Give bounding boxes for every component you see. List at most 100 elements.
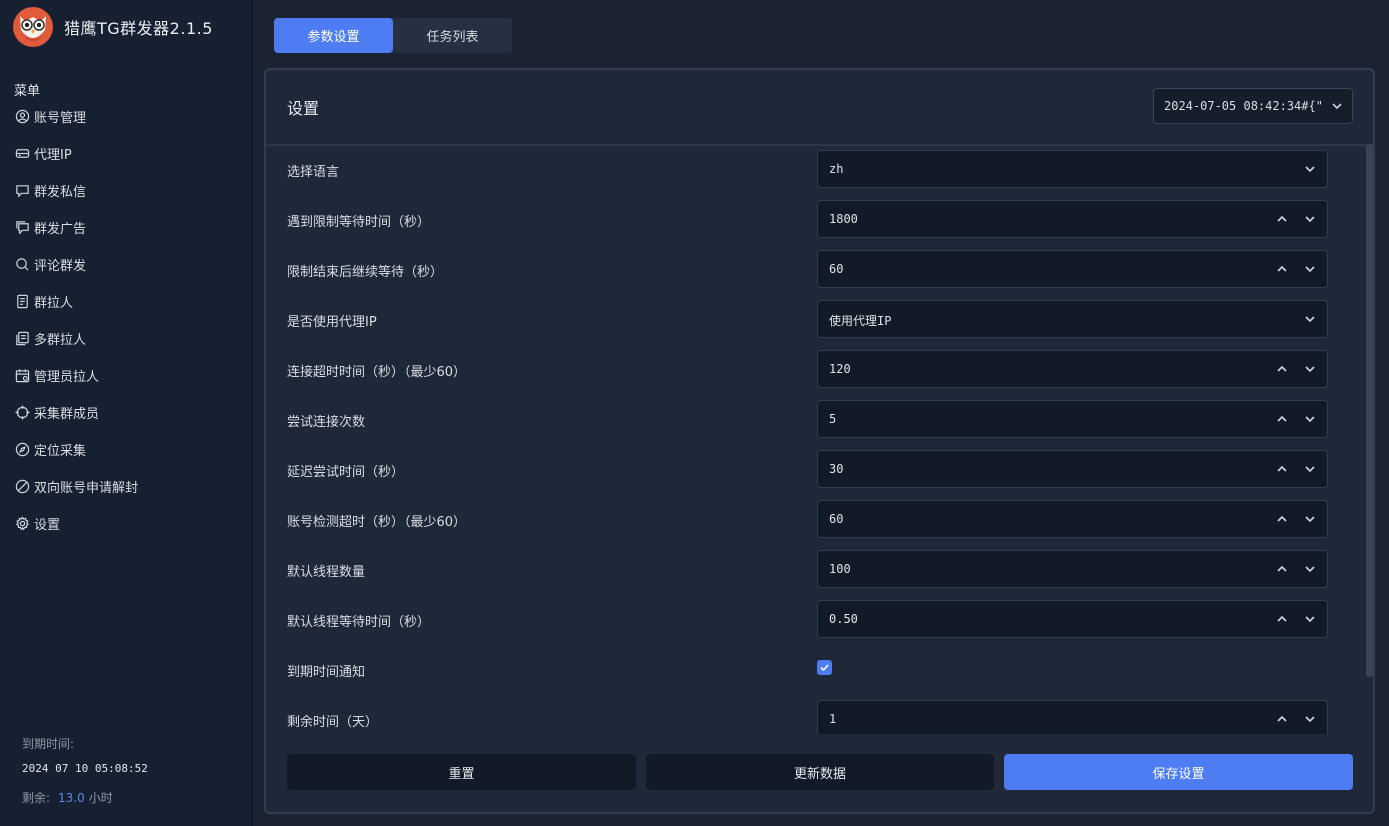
chevron-down-icon [1305,166,1315,173]
chevron-down-icon[interactable] [1303,612,1317,626]
chevron-down-icon[interactable] [1303,462,1317,476]
brand: 猎鹰TG群发器2.1.5 [12,6,213,48]
sidebar-item-unban[interactable]: 双向账号申请解封 [14,468,244,505]
setting-label: 遇到限制等待时间（秒） [287,215,431,230]
remaining-label: 剩余: [22,791,51,805]
setting-label: 默认线程数量 [287,565,366,580]
chevron-down-icon[interactable] [1303,712,1317,726]
setting-row-account-check-timeout: 账号检测超时（秒）（最少60） 60 [266,500,1362,540]
setting-label: 默认线程等待时间（秒） [287,615,431,630]
sidebar-item-label: 群拉人 [34,296,74,311]
expiry-date: 2024 07 10 05:08:52 [22,762,148,775]
owl-logo-icon [13,7,53,47]
chevron-down-icon[interactable] [1303,512,1317,526]
field-value: 使用代理IP [829,314,892,328]
tab-task-list[interactable]: 任务列表 [393,18,512,53]
update-data-button[interactable]: 更新数据 [646,754,994,790]
field-value: 60 [829,512,844,526]
setting-row-remaining-days: 剩余时间（天） 1 [266,700,1362,734]
chevron-up-icon[interactable] [1275,562,1289,576]
remaining-time: 剩余: 13.0 小时 [22,789,148,806]
chevron-down-icon[interactable] [1303,362,1317,376]
field-value: 60 [829,262,844,276]
setting-label: 连接超时时间（秒）（最少60） [287,365,467,380]
preset-select[interactable]: 2024-07-05 08:42:34#{"1 [1153,88,1353,124]
sidebar-menu: 账号管理 代理IP 群发私信 群发广告 评论群发 群拉人 多群拉人 管理员拉人 [14,98,244,542]
expiry-label: 到期时间: [22,737,75,751]
field-value: zh [829,162,844,176]
sidebar-item-label: 设置 [34,518,61,533]
sidebar-item-label: 评论群发 [34,259,87,274]
language-select[interactable]: zh [817,150,1328,188]
comment-search-icon [14,257,30,273]
setting-row-connect-timeout: 连接超时时间（秒）（最少60） 120 [266,350,1362,390]
sidebar-item-label: 定位采集 [34,444,87,459]
settings-panel: 设置 2024-07-05 08:42:34#{"1 选择语言 zh 遇到限制等… [264,68,1375,814]
save-settings-button[interactable]: 保存设置 [1004,754,1353,790]
chevron-down-icon[interactable] [1303,262,1317,276]
expiry-notify-checkbox[interactable] [817,660,832,675]
sidebar-item-comments[interactable]: 评论群发 [14,246,244,283]
ban-icon [14,479,30,495]
reset-button[interactable]: 重置 [287,754,636,790]
thread-count-stepper[interactable]: 100 [817,550,1328,588]
chevron-up-icon[interactable] [1275,712,1289,726]
field-value: 1 [829,712,837,726]
tab-bar: 参数设置 任务列表 [274,18,512,53]
account-check-timeout-stepper[interactable]: 60 [817,500,1328,538]
sidebar-item-private-message[interactable]: 群发私信 [14,172,244,209]
after-limit-wait-stepper[interactable]: 60 [817,250,1328,288]
user-circle-icon [14,109,30,125]
setting-label: 账号检测超时（秒）（最少60） [287,515,467,530]
use-proxy-select[interactable]: 使用代理IP [817,300,1328,338]
sidebar-item-label: 管理员拉人 [34,370,100,385]
sidebar-item-collect-members[interactable]: 采集群成员 [14,394,244,431]
sidebar-item-admin-pull[interactable]: 管理员拉人 [14,357,244,394]
sidebar-item-proxy[interactable]: 代理IP [14,135,244,172]
tab-parameter-settings[interactable]: 参数设置 [274,18,393,53]
chevron-up-icon[interactable] [1275,612,1289,626]
setting-label: 尝试连接次数 [287,415,366,430]
chevron-down-icon[interactable] [1303,412,1317,426]
chevron-down-icon[interactable] [1303,212,1317,226]
expiry-info: 到期时间: 2024 07 10 05:08:52 剩余: 13.0 小时 [22,735,148,806]
app-title: 猎鹰TG群发器2.1.5 [64,19,213,38]
message-icon [14,183,30,199]
chevron-up-icon[interactable] [1275,512,1289,526]
setting-row-limit-wait: 遇到限制等待时间（秒） 1800 [266,200,1362,240]
chevron-up-icon[interactable] [1275,262,1289,276]
chevron-up-icon[interactable] [1275,462,1289,476]
setting-row-thread-wait: 默认线程等待时间（秒） 0.50 [266,600,1362,640]
page-title: 设置 [287,99,320,118]
connect-timeout-stepper[interactable]: 120 [817,350,1328,388]
chevron-up-icon[interactable] [1275,362,1289,376]
retry-delay-stepper[interactable]: 30 [817,450,1328,488]
retry-count-stepper[interactable]: 5 [817,400,1328,438]
chevron-up-icon[interactable] [1275,412,1289,426]
sidebar-item-location-collect[interactable]: 定位采集 [14,431,244,468]
sidebar-item-settings[interactable]: 设置 [14,505,244,542]
scrollbar[interactable] [1366,144,1373,677]
server-icon [14,146,30,162]
chevron-down-icon [1332,103,1342,110]
calendar-user-icon [14,368,30,384]
sidebar-item-ads[interactable]: 群发广告 [14,209,244,246]
target-icon [14,405,30,421]
chat-bubbles-icon [14,220,30,236]
chevron-down-icon[interactable] [1303,562,1317,576]
document-icon [14,294,30,310]
chevron-up-icon[interactable] [1275,212,1289,226]
remaining-days-stepper[interactable]: 1 [817,700,1328,734]
thread-wait-stepper[interactable]: 0.50 [817,600,1328,638]
sidebar-item-group-pull[interactable]: 群拉人 [14,283,244,320]
sidebar-item-accounts[interactable]: 账号管理 [14,98,244,135]
setting-row-retry-delay: 延迟尝试时间（秒） 30 [266,450,1362,490]
sidebar-item-multi-group-pull[interactable]: 多群拉人 [14,320,244,357]
setting-row-use-proxy: 是否使用代理IP 使用代理IP [266,300,1362,340]
sidebar-item-label: 群发私信 [34,185,87,200]
setting-label: 选择语言 [287,165,340,180]
setting-row-after-limit-wait: 限制结束后继续等待（秒） 60 [266,250,1362,290]
remaining-value: 13.0 [58,791,85,805]
limit-wait-stepper[interactable]: 1800 [817,200,1328,238]
chevron-down-icon [1305,316,1315,323]
